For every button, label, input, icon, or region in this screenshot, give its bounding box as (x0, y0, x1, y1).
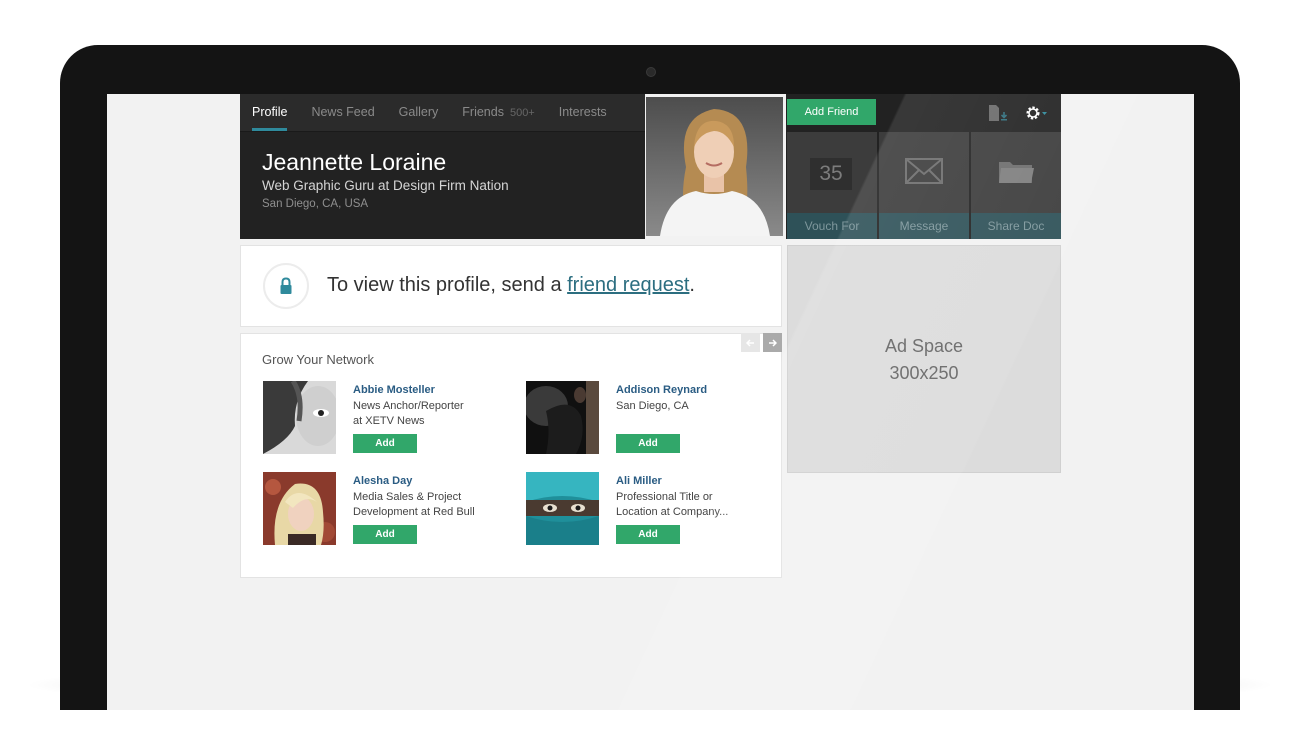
webcam (646, 67, 656, 77)
nav-tabs: Profile News Feed Gallery Friends 500+ In… (240, 94, 645, 132)
suggested-person: Abbie Mosteller News Anchor/Reporter at X… (263, 381, 513, 456)
desc-line-1: Professional Title or (616, 491, 713, 503)
add-button[interactable]: Add (353, 434, 417, 453)
tile-label: Message (879, 213, 969, 239)
tab-profile[interactable]: Profile (240, 94, 299, 131)
action-tiles: 35 Vouch For Message Share Doc (787, 132, 1061, 239)
share-doc-tile[interactable]: Share Doc (971, 132, 1061, 239)
suggested-person: Alesha Day Media Sales & Project Developm… (263, 472, 513, 547)
screen: Profile News Feed Gallery Friends 500+ In… (107, 94, 1194, 710)
tab-label: News Feed (311, 105, 375, 119)
desc-line-1: News Anchor/Reporter (353, 400, 464, 412)
network-pager (741, 333, 782, 352)
person-name[interactable]: Addison Reynard (616, 384, 707, 396)
gear-icon[interactable] (1025, 104, 1049, 122)
message-tile[interactable]: Message (879, 132, 969, 239)
prev-button[interactable] (741, 333, 760, 352)
avatar[interactable] (263, 472, 336, 545)
arrow-left-icon (746, 338, 754, 347)
tab-gallery[interactable]: Gallery (387, 94, 451, 131)
person-name[interactable]: Alesha Day (353, 475, 412, 487)
ad-space[interactable]: Ad Space 300x250 (787, 245, 1061, 473)
tile-label: Share Doc (971, 213, 1061, 239)
add-friend-button[interactable]: Add Friend (787, 99, 876, 125)
desc-line-2: Development at Red Bull (353, 505, 475, 518)
desc-line-1: San Diego, CA (616, 400, 689, 412)
notice-prefix: To view this profile, send a (327, 274, 568, 296)
avatar[interactable] (263, 381, 336, 454)
document-download-icon[interactable] (987, 104, 1009, 122)
vouch-for-tile[interactable]: 35 Vouch For (787, 132, 877, 239)
suggested-person: Ali Miller Professional Title or Location… (526, 472, 776, 547)
suggested-person: Addison Reynard San Diego, CA Add (526, 381, 776, 456)
network-title: Grow Your Network (262, 352, 374, 367)
tab-interests[interactable]: Interests (547, 94, 619, 131)
friend-request-link[interactable]: friend request (567, 274, 689, 296)
notice-text: To view this profile, send a friend requ… (327, 274, 695, 297)
lock-icon (280, 277, 292, 294)
add-button[interactable]: Add (353, 525, 417, 544)
ad-size: 300x250 (889, 363, 959, 383)
grow-network-card: Grow Your Network Abbie Mosteller News A… (240, 333, 782, 578)
notice-suffix: . (689, 274, 695, 296)
envelope-icon (905, 158, 943, 184)
avatar[interactable] (526, 472, 599, 545)
add-button[interactable]: Add (616, 525, 680, 544)
lock-badge (263, 263, 309, 309)
add-button[interactable]: Add (616, 434, 680, 453)
tab-news-feed[interactable]: News Feed (299, 94, 386, 131)
tab-label: Gallery (398, 105, 439, 119)
friends-count: 500+ (509, 107, 535, 119)
next-button[interactable] (763, 333, 782, 352)
person-description: San Diego, CA (616, 399, 756, 414)
person-description: Media Sales & Project Development at Red … (353, 490, 493, 519)
desc-line-1: Media Sales & Project (353, 491, 462, 503)
folder-icon (999, 162, 1034, 183)
tile-label: Vouch For (787, 213, 877, 239)
desc-line-2: at XETV News (353, 414, 425, 427)
person-name[interactable]: Abbie Mosteller (353, 384, 435, 396)
profile-location: San Diego, CA, USA (262, 198, 369, 210)
tab-label: Profile (252, 105, 288, 119)
desc-line-2: Location at Company... (616, 505, 729, 518)
profile-name: Jeannette Loraine (262, 149, 447, 175)
profile-title: Web Graphic Guru at Design Firm Nation (262, 178, 509, 193)
private-profile-notice: To view this profile, send a friend requ… (240, 245, 782, 327)
tab-friends[interactable]: Friends 500+ (450, 94, 546, 131)
person-name[interactable]: Ali Miller (616, 475, 662, 487)
vouch-count-badge: 35 (810, 158, 852, 190)
tab-label: Interests (558, 105, 607, 119)
avatar[interactable] (526, 381, 599, 454)
profile-actions: Add Friend 35 Vouch For Message Share Do… (786, 94, 1061, 239)
ad-label: Ad Space (884, 336, 964, 356)
person-description: News Anchor/Reporter at XETV News (353, 399, 493, 428)
arrow-right-icon (769, 338, 777, 347)
profile-photo (646, 97, 783, 236)
profile-header: Profile News Feed Gallery Friends 500+ In… (240, 94, 645, 239)
tab-label: Friends (462, 105, 504, 119)
profile-photo-image (646, 97, 783, 236)
person-description: Professional Title or Location at Company… (616, 490, 756, 519)
header-icons (987, 104, 1049, 122)
